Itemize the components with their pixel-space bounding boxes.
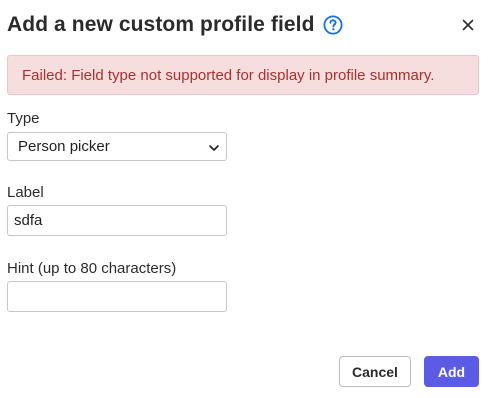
add-button[interactable]: Add — [424, 356, 479, 387]
hint-field-label: Hint (up to 80 characters) — [7, 260, 177, 277]
hint-input[interactable] — [7, 281, 227, 312]
close-icon[interactable] — [459, 16, 477, 34]
type-select-value: Person picker — [18, 138, 110, 155]
custom-profile-field-dialog: Add a new custom profile field Failed: F… — [0, 0, 495, 398]
error-alert: Failed: Field type not supported for dis… — [7, 55, 479, 95]
chevron-down-icon — [208, 141, 220, 153]
type-select[interactable]: Person picker — [7, 132, 227, 161]
error-alert-message: Failed: Field type not supported for dis… — [22, 66, 435, 84]
dialog-title: Add a new custom profile field — [7, 13, 315, 36]
label-field-label: Label — [7, 184, 44, 201]
label-input[interactable] — [7, 205, 227, 236]
dialog-header: Add a new custom profile field — [7, 10, 483, 40]
cancel-button[interactable]: Cancel — [339, 356, 411, 387]
help-icon[interactable] — [323, 15, 343, 35]
type-label: Type — [7, 110, 40, 127]
